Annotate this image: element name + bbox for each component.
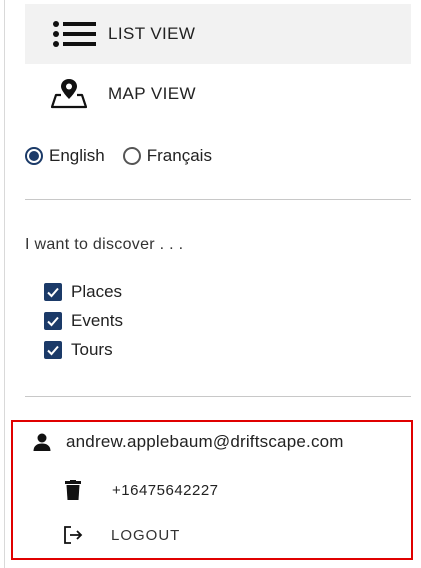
list-icon [52,19,96,54]
divider-bottom [25,396,411,397]
language-option-english[interactable]: English [25,146,105,166]
logout-button[interactable]: LOGOUT [63,525,180,545]
checkbox-tours-label: Tours [71,340,113,359]
map-pin-icon [50,77,88,114]
radio-unselected-icon [122,147,141,165]
checkbox-checked-icon [44,283,62,301]
language-option-francais[interactable]: Français [122,146,212,166]
checkbox-places-label: Places [71,282,123,301]
nav-item-list-view[interactable]: LIST VIEW [25,4,411,64]
checkbox-places[interactable]: Places [44,282,122,302]
account-email-row: andrew.applebaum@driftscape.com [32,432,344,452]
divider-top [25,199,411,200]
language-selector: English Français [25,141,212,171]
radio-selected-icon [25,147,43,165]
nav-map-view-label: MAP VIEW [108,84,196,103]
discover-heading: I want to discover . . . [25,236,184,253]
account-section: andrew.applebaum@driftscape.com +1647564… [11,420,413,560]
checkbox-events-label: Events [71,311,123,330]
nav-list-view-label: LIST VIEW [108,24,196,43]
panel-left-border [4,0,5,568]
language-francais-label: Français [146,146,212,165]
checkbox-checked-icon [44,312,62,330]
logout-label: LOGOUT [111,526,181,544]
checkbox-events[interactable]: Events [44,311,123,331]
trash-icon[interactable] [65,480,81,500]
checkbox-checked-icon [44,341,62,359]
account-phone-row: +16475642227 [65,480,219,500]
logout-icon [63,525,83,545]
person-icon [32,432,52,452]
account-email: andrew.applebaum@driftscape.com [66,432,344,451]
language-english-label: English [49,146,105,165]
nav-item-map-view[interactable]: MAP VIEW [25,64,411,124]
checkbox-tours[interactable]: Tours [44,340,113,360]
account-phone: +16475642227 [112,481,219,499]
